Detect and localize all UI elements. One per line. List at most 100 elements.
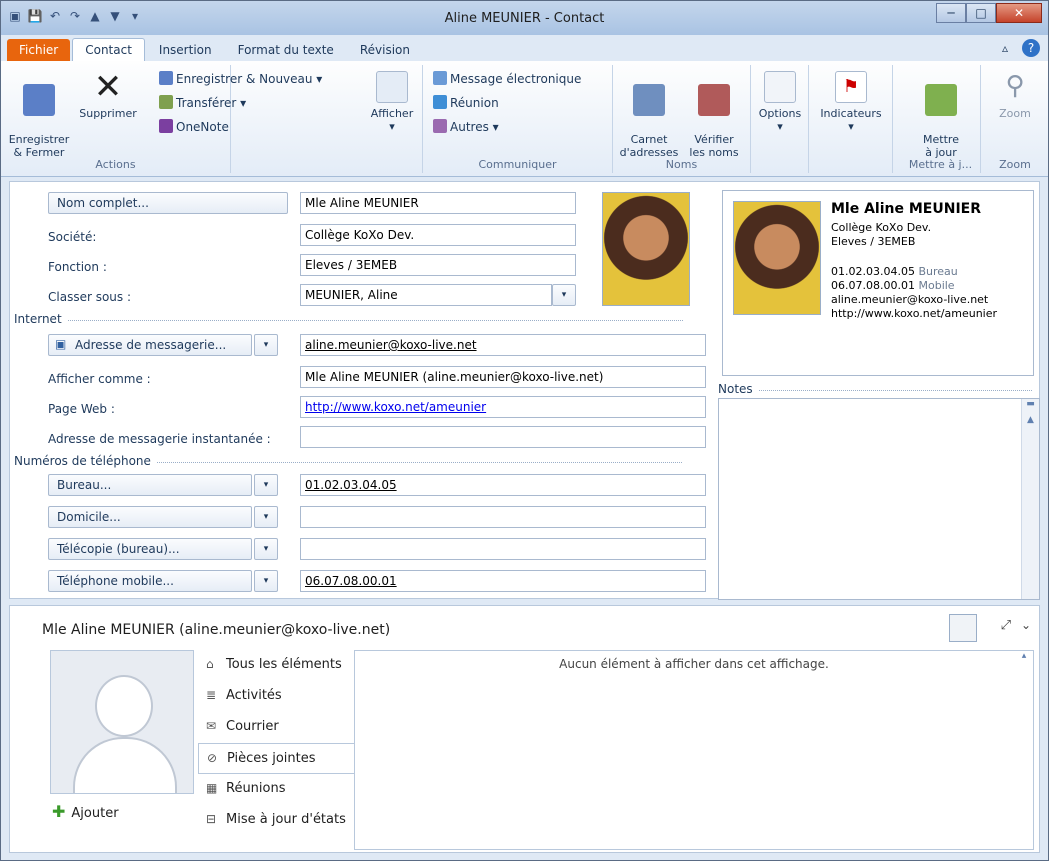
full-name-field[interactable]: Mle Aline MEUNIER — [300, 192, 576, 214]
im-address-label: Adresse de messagerie instantanée : — [48, 432, 271, 446]
delete-button[interactable]: ✕ Supprimer — [77, 67, 139, 120]
people-pane-content: Aucun élément à afficher dans cet affich… — [354, 650, 1034, 850]
email-field[interactable]: aline.meunier@koxo-live.net — [300, 334, 706, 356]
full-name-button[interactable]: Nom complet... — [48, 192, 288, 214]
tab-attachments[interactable]: ⊘ Pièces jointes — [198, 743, 354, 774]
status-update-icon: ⊟ — [206, 812, 217, 826]
meeting-button[interactable]: Réunion — [433, 95, 499, 110]
save-new-icon — [159, 71, 173, 85]
address-book-icon — [633, 84, 665, 116]
paperclip-icon: ⊘ — [207, 751, 218, 765]
email-address-button[interactable]: ▣ Adresse de messagerie... — [48, 334, 252, 356]
home-phone-field[interactable] — [300, 506, 706, 528]
magnifier-icon: ⚲ — [1005, 71, 1025, 101]
file-as-label: Classer sous : — [48, 290, 132, 304]
web-page-field[interactable]: http://www.koxo.net/ameunier — [300, 396, 706, 418]
scroll-up-arrow-icon[interactable]: ▲ — [1022, 415, 1039, 431]
people-pane-tabs: ⌂ Tous les éléments ≣ Activités ✉ Courrier … — [198, 650, 354, 836]
notes-scrollbar[interactable]: ▬ ▲ — [1021, 399, 1039, 599]
update-button[interactable]: Mettre à jour — [909, 71, 973, 159]
card-name: Mle Aline MEUNIER — [831, 201, 982, 217]
tab-review[interactable]: Révision — [348, 39, 422, 61]
mobile-phone-button[interactable]: Téléphone mobile... — [48, 570, 252, 592]
scroll-split-icon[interactable]: ▬ — [1022, 399, 1039, 415]
address-book-button[interactable]: Carnet d'adresses — [615, 71, 683, 159]
content-scrollbar[interactable]: ▴ — [1015, 651, 1033, 849]
file-as-field[interactable]: MEUNIER, Aline — [300, 284, 552, 306]
expand-pane-icon[interactable]: ⤢ — [1001, 618, 1011, 633]
group-names: Carnet d'adresses Vérifier les noms Noms — [613, 65, 751, 173]
company-field[interactable]: Collège KoXo Dev. — [300, 224, 576, 246]
check-names-button[interactable]: Vérifier les noms — [683, 71, 745, 159]
add-contact-button[interactable]: ✚ Ajouter — [52, 802, 119, 821]
meeting-icon — [433, 95, 447, 109]
show-button[interactable]: Afficher ▾ — [365, 71, 419, 133]
zoom-button[interactable]: ⚲ Zoom — [987, 71, 1043, 120]
card-email: aline.meunier@koxo-live.net — [831, 293, 989, 306]
group-communicate: Message électronique Réunion Autres ▾ Co… — [423, 65, 613, 173]
onenote-button[interactable]: OneNote — [159, 119, 229, 134]
scroll-up-arrow-icon[interactable]: ▴ — [1015, 651, 1033, 667]
contact-avatar-placeholder[interactable] — [50, 650, 194, 794]
notes-field[interactable]: ▬ ▲ — [718, 398, 1040, 600]
card-phone-2-type: Mobile — [918, 279, 955, 292]
ribbon-tabs: Fichier Contact Insertion Format du text… — [1, 35, 1048, 61]
tab-format-text[interactable]: Format du texte — [226, 39, 346, 61]
business-phone-button[interactable]: Bureau... — [48, 474, 252, 496]
tab-insert[interactable]: Insertion — [147, 39, 224, 61]
people-pane-avatar-icon[interactable] — [949, 614, 977, 642]
forward-button[interactable]: Transférer ▾ — [159, 95, 246, 110]
tab-all-items[interactable]: ⌂ Tous les éléments — [198, 650, 354, 681]
help-icon[interactable]: ? — [1022, 39, 1040, 57]
card-company: Collège KoXo Dev. — [831, 221, 932, 234]
group-label-actions: Actions — [95, 158, 136, 171]
group-label-update: Mettre à j... — [908, 158, 973, 171]
save-close-icon — [23, 84, 55, 116]
save-close-button[interactable]: Enregistrer & Fermer — [3, 71, 75, 159]
contact-photo[interactable] — [602, 192, 690, 306]
tab-file[interactable]: Fichier — [7, 39, 71, 61]
business-phone-field[interactable]: 01.02.03.04.05 — [300, 474, 706, 496]
people-pane: Mle Aline MEUNIER (aline.meunier@koxo-li… — [9, 605, 1040, 853]
ribbon: Enregistrer & Fermer ✕ Supprimer Enregis… — [1, 61, 1048, 177]
collapse-ribbon-icon[interactable]: ▵ — [996, 39, 1014, 57]
job-title-field[interactable]: Eleves / 3EMEB — [300, 254, 576, 276]
close-button[interactable]: ✕ — [996, 3, 1042, 23]
more-icon — [433, 119, 447, 133]
home-phone-dropdown[interactable]: ▾ — [254, 506, 278, 528]
show-icon — [376, 71, 408, 103]
business-card-photo — [733, 201, 821, 315]
email-type-dropdown[interactable]: ▾ — [254, 334, 278, 356]
business-phone-dropdown[interactable]: ▾ — [254, 474, 278, 496]
group-label-communicate: Communiquer — [478, 158, 557, 171]
email-button[interactable]: Message électronique — [433, 71, 581, 86]
business-fax-dropdown[interactable]: ▾ — [254, 538, 278, 560]
save-new-button[interactable]: Enregistrer & Nouveau ▾ — [159, 71, 322, 86]
group-update: Mettre à jour Mettre à j... — [901, 65, 981, 173]
business-fax-field[interactable] — [300, 538, 706, 560]
display-as-field[interactable]: Mle Aline MEUNIER (aline.meunier@koxo-li… — [300, 366, 706, 388]
flags-button[interactable]: ⚑ Indicateurs ▾ — [811, 71, 891, 133]
options-button[interactable]: Options ▾ — [753, 71, 807, 133]
business-card[interactable]: Mle Aline MEUNIER Collège KoXo Dev. Elev… — [722, 190, 1034, 376]
business-fax-button[interactable]: Télécopie (bureau)... — [48, 538, 252, 560]
card-phone-1: 01.02.03.04.05 — [831, 265, 915, 278]
mobile-phone-dropdown[interactable]: ▾ — [254, 570, 278, 592]
tab-status-updates[interactable]: ⊟ Mise à jour d'états — [198, 805, 354, 836]
minimize-button[interactable]: ─ — [936, 3, 966, 23]
flag-icon: ⚑ — [835, 71, 867, 103]
home-phone-button[interactable]: Domicile... — [48, 506, 252, 528]
tab-contact[interactable]: Contact — [72, 38, 145, 61]
tab-mail[interactable]: ✉ Courrier — [198, 712, 354, 743]
phone-numbers-section-header: Numéros de téléphone — [14, 454, 682, 468]
mobile-phone-field[interactable]: 06.07.08.00.01 — [300, 570, 706, 592]
im-address-field[interactable] — [300, 426, 706, 448]
collapse-pane-icon[interactable]: ⌄ — [1021, 618, 1031, 632]
file-as-dropdown[interactable]: ▾ — [552, 284, 576, 306]
maximize-button[interactable]: □ — [966, 3, 996, 23]
options-icon — [764, 71, 796, 103]
delete-icon: ✕ — [93, 67, 123, 107]
tab-activities[interactable]: ≣ Activités — [198, 681, 354, 712]
more-button[interactable]: Autres ▾ — [433, 119, 499, 134]
tab-meetings[interactable]: ▦ Réunions — [198, 774, 354, 805]
